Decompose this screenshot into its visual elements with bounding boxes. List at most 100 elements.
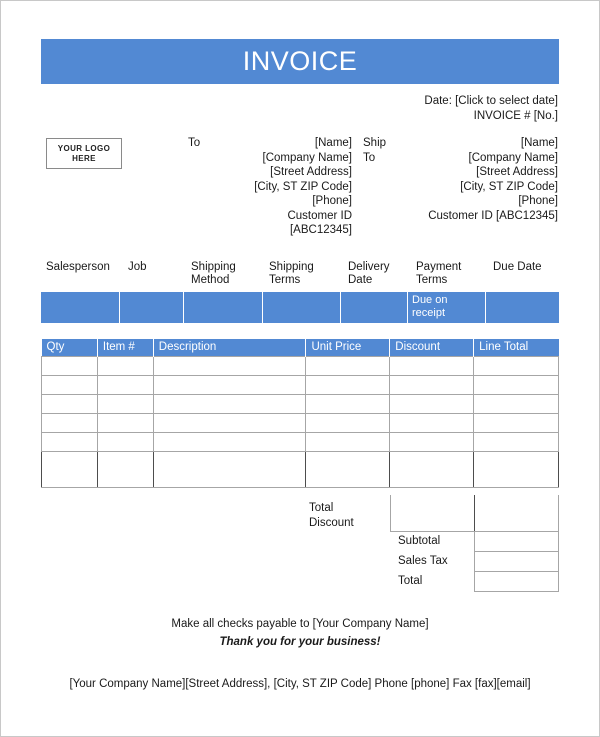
table-row [41, 374, 559, 395]
bill-to-line: [ABC12345] [289, 224, 352, 236]
cell-item-number[interactable] [96, 374, 154, 395]
ship-to-line: [Street Address] [476, 166, 558, 178]
terms-cell-delivery-date[interactable] [341, 292, 408, 323]
total-discount-label: Total Discount [309, 501, 387, 530]
ship-to-block[interactable]: [Name] [Company Name] [Street Address] [… [391, 136, 558, 223]
cell-qty[interactable] [41, 431, 98, 452]
cell-line-total[interactable] [473, 431, 559, 452]
cell-discount[interactable] [389, 393, 475, 414]
terms-header-job: Job [128, 261, 147, 273]
cell-line-total[interactable] [473, 393, 559, 414]
ship-to-line: [Company Name] [468, 151, 558, 164]
table-row [41, 393, 559, 414]
terms-header-shipping-terms: Shipping Terms [269, 261, 314, 286]
column-header-discount: Discount [389, 339, 475, 356]
total-row: Total [390, 571, 559, 592]
ship-to-line: [Phone] [518, 195, 558, 207]
cell-line-total[interactable] [473, 412, 559, 433]
company-address-text: [Your Company Name][Street Address], [Ci… [69, 678, 531, 690]
logo-line-1: YOUR LOGO [57, 144, 111, 153]
cell-qty[interactable] [41, 374, 98, 395]
cell-unit-price[interactable] [305, 431, 391, 452]
cell-discount[interactable] [389, 355, 475, 376]
cell-item-number[interactable] [96, 412, 154, 433]
logo-placeholder[interactable]: YOUR LOGO HERE [46, 138, 122, 169]
terms-header-due-date: Due Date [493, 261, 542, 273]
ship-to-label-line-2: To [363, 151, 376, 164]
logo-line-2: HERE [72, 154, 96, 163]
cell-discount[interactable] [389, 431, 475, 452]
ship-to-line: [City, ST ZIP Code] [460, 180, 558, 193]
bill-to-line: [Phone] [312, 195, 352, 207]
total-discount-value[interactable] [390, 495, 475, 532]
terms-cell-job[interactable] [120, 292, 184, 323]
bill-to-line: [Name] [314, 137, 352, 149]
cell-unit-price[interactable] [305, 393, 391, 414]
terms-header-delivery-date: Delivery Date [348, 261, 390, 286]
line-total-extension-box[interactable] [474, 495, 559, 532]
ship-to-label-line-1: Ship [363, 137, 387, 149]
sales-tax-label: Sales Tax [398, 555, 448, 567]
invoice-meta-block: Date: [Click to select date] INVOICE # [… [281, 94, 558, 123]
cell-qty[interactable] [41, 412, 98, 433]
column-header-unit-price: Unit Price [305, 339, 391, 356]
terms-header-shipping-method: Shipping Method [191, 261, 236, 286]
bill-to-block[interactable]: [Name] [Company Name] [Street Address] [… [181, 136, 352, 238]
cell-line-total[interactable] [473, 355, 559, 376]
cell-line-total[interactable] [473, 374, 559, 395]
column-header-item-number: Item # [97, 339, 154, 356]
invoice-page: INVOICE Date: [Click to select date] INV… [0, 0, 600, 737]
column-header-qty: Qty [41, 339, 98, 356]
cell-unit-price[interactable] [305, 412, 391, 433]
table-row [41, 355, 559, 376]
terms-header-salesperson: Salesperson [46, 261, 110, 273]
cell-unit-price[interactable] [305, 374, 391, 395]
cell-description[interactable] [152, 393, 307, 414]
cell-unit-price[interactable] [305, 355, 391, 376]
total-discount-label-line-2: Discount [309, 516, 354, 529]
cell-item-number[interactable] [96, 393, 154, 414]
cell-description[interactable] [152, 355, 307, 376]
page-title: INVOICE [242, 46, 358, 76]
ship-to-label: Ship To [363, 136, 393, 165]
terms-cell-shipping-method[interactable] [184, 292, 263, 323]
cell-unit-price[interactable] [305, 450, 391, 488]
cell-qty[interactable] [41, 393, 98, 414]
ship-to-line: Customer ID [ABC12345] [428, 209, 558, 222]
payable-to-text: Make all checks payable to [Your Company… [171, 618, 429, 630]
invoice-date-line[interactable]: Date: [Click to select date] [281, 94, 558, 109]
cell-qty[interactable] [41, 355, 98, 376]
cell-qty[interactable] [41, 450, 98, 488]
line-items-table: Qty Item # Description Unit Price Discou… [41, 339, 559, 488]
cell-description[interactable] [152, 412, 307, 433]
line-items-header-row: Qty Item # Description Unit Price Discou… [41, 339, 559, 356]
terms-cell-payment-terms[interactable]: Due on receipt [408, 292, 486, 323]
subtotal-value[interactable] [474, 531, 559, 552]
cell-item-number[interactable] [96, 355, 154, 376]
cell-item-number[interactable] [96, 450, 154, 488]
cell-description[interactable] [152, 431, 307, 452]
thank-you-text: Thank you for your business! [219, 636, 381, 648]
terms-header-labels: Salesperson Job Shipping Method Shipping… [41, 261, 559, 291]
ship-to-line: [Name] [520, 137, 558, 149]
bill-to-line: [Company Name] [262, 151, 352, 164]
terms-cell-shipping-terms[interactable] [263, 292, 341, 323]
total-discount-label-line-1: Total [309, 502, 334, 514]
total-value[interactable] [474, 571, 559, 592]
bill-to-line: [City, ST ZIP Code] [254, 180, 352, 193]
bill-to-line: Customer ID [287, 209, 352, 222]
bill-to-line: [Street Address] [270, 166, 352, 178]
terms-cell-due-date[interactable] [486, 292, 559, 323]
cell-line-total[interactable] [473, 450, 559, 488]
cell-description[interactable] [152, 374, 307, 395]
terms-header-payment-terms: Payment Terms [416, 261, 462, 286]
invoice-title-band: INVOICE [41, 39, 559, 84]
sales-tax-value[interactable] [474, 551, 559, 572]
cell-item-number[interactable] [96, 431, 154, 452]
cell-description[interactable] [152, 450, 307, 488]
cell-discount[interactable] [389, 374, 475, 395]
terms-cell-salesperson[interactable] [41, 292, 120, 323]
invoice-number-line[interactable]: INVOICE # [No.] [281, 109, 558, 124]
cell-discount[interactable] [389, 412, 475, 433]
cell-discount[interactable] [389, 450, 475, 488]
